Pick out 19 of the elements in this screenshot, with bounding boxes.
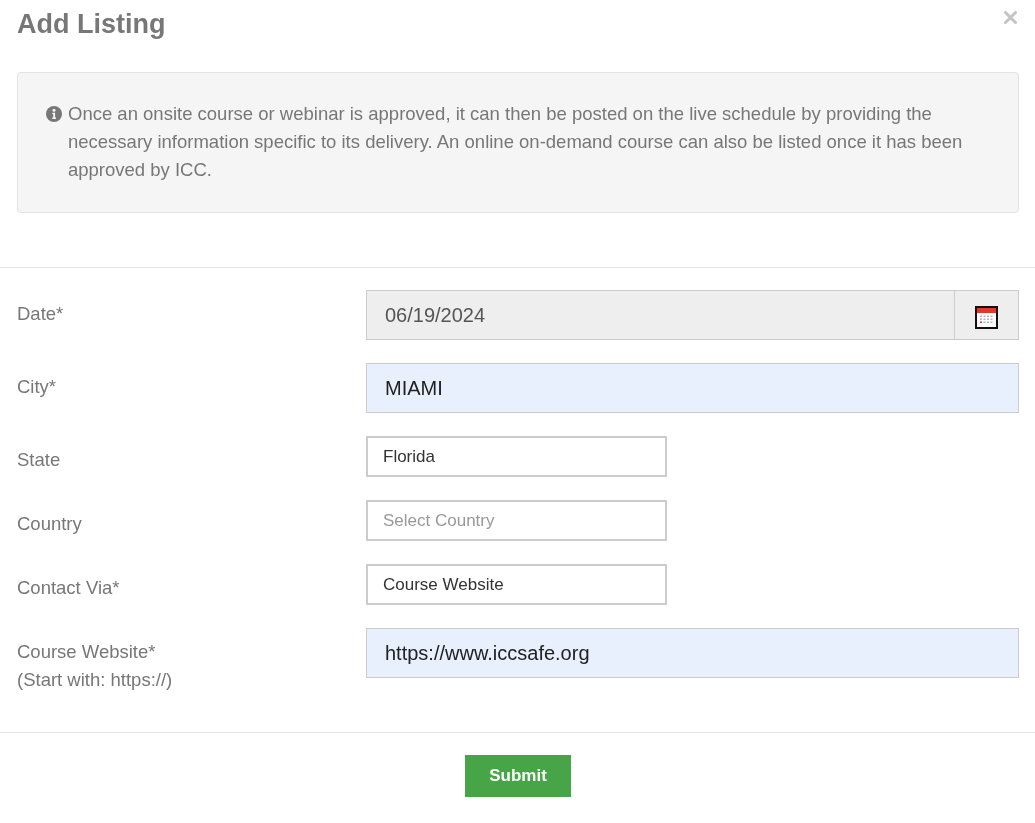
input-field[interactable]: MIAMI bbox=[366, 363, 1019, 413]
calendar-icon bbox=[975, 305, 998, 329]
field-label: Contact Via* bbox=[17, 576, 120, 600]
field-label: Country bbox=[17, 512, 82, 536]
info-text: Once an onsite course or webinar is approved, it can then be posted on the live schedule by providing the necessary information specific to its delivery. An online on-demand course can also be listed once it has been approved by ICC. bbox=[68, 102, 964, 182]
field-label: City* bbox=[17, 375, 57, 399]
info-icon bbox=[46, 106, 62, 122]
select-field[interactable]: Select Country bbox=[366, 500, 667, 541]
date-field[interactable]: 06/19/2024 bbox=[366, 290, 955, 340]
dialog-title: Add Listing bbox=[17, 8, 166, 40]
field-label: Course Website* bbox=[17, 640, 156, 664]
field-label: Date* bbox=[17, 302, 64, 326]
select-field[interactable]: Florida bbox=[366, 436, 667, 477]
select-field[interactable]: Course Website bbox=[366, 564, 667, 605]
input-field[interactable]: https://www.iccsafe.org bbox=[366, 628, 1019, 678]
field-hint: (Start with: https://) bbox=[17, 668, 173, 692]
close-icon bbox=[1004, 11, 1017, 24]
field-label: State bbox=[17, 448, 61, 472]
calendar-button[interactable] bbox=[955, 290, 1019, 340]
